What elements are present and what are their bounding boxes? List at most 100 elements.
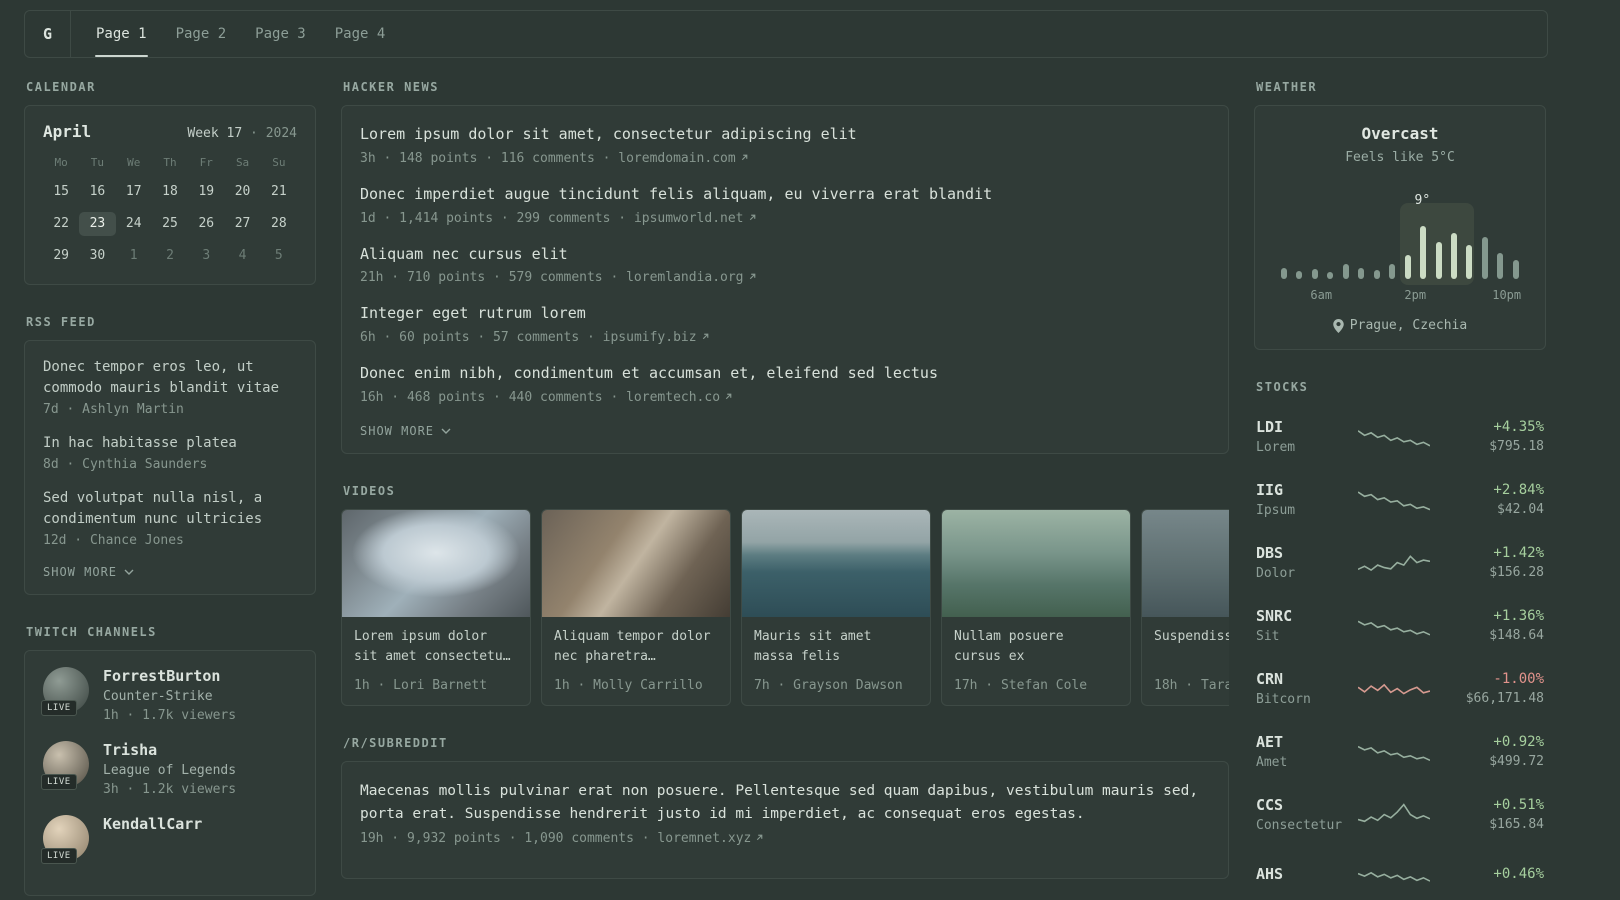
hn-item-meta: 16h · 468 points · 440 comments · loremt…	[360, 390, 1210, 405]
video-card[interactable]: Suspendisse diam 18h · Tara	[1141, 508, 1229, 706]
stock-name: Bitcorn	[1256, 692, 1311, 707]
hn-item: Donec enim nibh, condimentum et accumsan…	[360, 363, 1210, 405]
hackernews-show-more-button[interactable]: SHOW MORE	[360, 424, 451, 438]
calendar-days-grid: 15 16 17 18 19 20 21 22 23 24 25 26 27 28 29 30 1 2 3 4 5	[43, 180, 297, 268]
stock-change: +0.92%	[1493, 734, 1544, 750]
calendar-day: 26	[198, 216, 215, 231]
hn-item-domain[interactable]: ipsumify.biz	[603, 330, 710, 345]
hn-item-title[interactable]: Donec enim nibh, condimentum et accumsan…	[360, 363, 1210, 385]
weather-bar	[1420, 225, 1427, 279]
stock-row[interactable]: LDI Lorem +4.35% $795.18	[1254, 405, 1546, 468]
stock-row[interactable]: AET Amet +0.92% $499.72	[1254, 720, 1546, 783]
video-title[interactable]: Mauris sit amet massa felis	[754, 627, 918, 668]
channel-name[interactable]: KendallCarr	[103, 815, 202, 833]
video-card[interactable]: Nullam posuere cursus ex 17h · Stefan Co…	[941, 508, 1131, 706]
stock-values-block: +2.84% $42.04	[1440, 482, 1544, 517]
weather-bar	[1481, 236, 1488, 279]
hn-item-title[interactable]: Aliquam nec cursus elit	[360, 244, 1210, 266]
video-card[interactable]: Lorem ipsum dolor sit amet consectetu… 1…	[341, 508, 531, 706]
subreddit-item-title[interactable]: Maecenas mollis pulvinar erat non posuer…	[360, 780, 1210, 826]
stock-values-block: -1.00% $66,171.48	[1440, 671, 1544, 706]
weather-bar	[1281, 267, 1287, 279]
calendar-weekday: Th	[163, 156, 177, 169]
calendar-day: 22	[53, 216, 69, 231]
twitch-channel[interactable]: LIVE ForrestBurton Counter-Strike 1h · 1…	[41, 667, 297, 723]
tab-page-1[interactable]: Page 1	[95, 11, 148, 57]
rss-show-more-button[interactable]: SHOW MORE	[43, 565, 134, 579]
calendar-weekday: Mo	[54, 156, 68, 169]
hn-item: Lorem ipsum dolor sit amet, consectetur …	[360, 124, 1210, 166]
twitch-channel[interactable]: LIVE KendallCarr	[41, 815, 297, 864]
video-title[interactable]: Nullam posuere cursus ex	[954, 627, 1118, 668]
hn-item-domain[interactable]: loremlandia.org	[626, 270, 756, 285]
video-card-body: Lorem ipsum dolor sit amet consectetu… 1…	[342, 617, 530, 705]
hn-item-title[interactable]: Donec imperdiet augue tincidunt felis al…	[360, 184, 1210, 206]
hn-item-meta: 6h · 60 points · 57 comments · ipsumify.…	[360, 330, 1210, 345]
rss-item-title[interactable]: In hac habitasse platea	[43, 433, 297, 454]
stock-row[interactable]: SNRC Sit +1.36% $148.64	[1254, 594, 1546, 657]
video-thumbnail[interactable]	[742, 509, 930, 617]
weather-feels-like: Feels like 5°C	[1345, 150, 1455, 165]
weather-bar	[1342, 264, 1349, 279]
video-thumbnail[interactable]	[342, 509, 530, 617]
weather-bar	[1435, 241, 1442, 279]
separator-dot: ·	[250, 126, 258, 141]
hn-item: Donec imperdiet augue tincidunt felis al…	[360, 184, 1210, 226]
rss-item-title[interactable]: Donec tempor eros leo, ut commodo mauris…	[43, 357, 297, 399]
stock-row[interactable]: CCS Consectetur +0.51% $165.84	[1254, 783, 1546, 846]
tab-page-2[interactable]: Page 2	[175, 11, 228, 57]
app-logo[interactable]: G	[25, 11, 71, 57]
hn-item-domain[interactable]: ipsumworld.net	[634, 211, 757, 226]
hn-item-domain[interactable]: loremtech.co	[626, 390, 733, 405]
stock-price: $42.04	[1497, 502, 1544, 517]
stock-values-block: +4.35% $795.18	[1440, 419, 1544, 454]
channel-info: KendallCarr	[103, 815, 202, 861]
stock-row[interactable]: IIG Ipsum +2.84% $42.04	[1254, 468, 1546, 531]
twitch-channel[interactable]: LIVE Trisha League of Legends 3h · 1.2k …	[41, 741, 297, 797]
video-card[interactable]: Mauris sit amet massa felis 7h · Grayson…	[741, 508, 931, 706]
rss-item-title[interactable]: Sed volutpat nulla nisl, a condimentum n…	[43, 488, 297, 530]
channel-game: Counter-Strike	[103, 689, 213, 704]
stock-row[interactable]: CRN Bitcorn -1.00% $66,171.48	[1254, 657, 1546, 720]
video-card-body: Mauris sit amet massa felis 7h · Grayson…	[742, 617, 930, 705]
video-title[interactable]: Suspendisse diam	[1154, 627, 1229, 668]
hn-item-domain[interactable]: loremdomain.com	[618, 151, 748, 166]
hn-item: Aliquam nec cursus elit 21h · 710 points…	[360, 244, 1210, 285]
video-thumbnail[interactable]	[1142, 509, 1229, 617]
weather-bar	[1373, 269, 1380, 279]
calendar-day: 27	[234, 216, 251, 231]
stock-row[interactable]: AHS +0.46%	[1254, 846, 1546, 900]
video-thumbnail[interactable]	[542, 509, 730, 617]
stock-ticker: AET	[1256, 733, 1284, 751]
channel-meta: 3h · 1.2k viewers	[103, 782, 237, 797]
live-badge: LIVE	[41, 700, 77, 716]
stock-ticker: SNRC	[1256, 607, 1293, 625]
stock-row[interactable]: DBS Dolor +1.42% $156.28	[1254, 531, 1546, 594]
video-card-body: Nullam posuere cursus ex 17h · Stefan Co…	[942, 617, 1130, 705]
twitch-header: TWITCH CHANNELS	[26, 625, 157, 639]
subreddit-header: /R/SUBREDDIT	[343, 735, 448, 750]
video-card[interactable]: Aliquam tempor dolor nec pharetra… 1h · …	[541, 508, 731, 706]
channel-meta: 1h · 1.7k viewers	[103, 708, 237, 723]
rss-show-more-label: SHOW MORE	[43, 565, 118, 579]
calendar-week-label: Week 17	[187, 126, 243, 141]
calendar-weekday: Tu	[90, 156, 105, 169]
tab-page-4[interactable]: Page 4	[334, 11, 387, 57]
video-thumbnail[interactable]	[942, 509, 1130, 617]
channel-name[interactable]: Trisha	[103, 741, 236, 759]
calendar-weekday: Fr	[199, 156, 213, 169]
video-title[interactable]: Lorem ipsum dolor sit amet consectetu…	[354, 627, 518, 668]
weather-header: WEATHER	[1256, 80, 1318, 94]
tab-page-3[interactable]: Page 3	[254, 11, 307, 57]
stock-change: +2.84%	[1493, 482, 1544, 498]
hackernews-card: Lorem ipsum dolor sit amet, consectetur …	[341, 105, 1229, 454]
subreddit-item-domain[interactable]: loremnet.xyz	[657, 831, 764, 846]
video-title[interactable]: Aliquam tempor dolor nec pharetra…	[554, 627, 718, 668]
calendar-day: 19	[198, 184, 215, 199]
hn-item-title[interactable]: Integer eget rutrum lorem	[360, 303, 1210, 325]
hn-item-title[interactable]: Lorem ipsum dolor sit amet, consectetur …	[360, 124, 1210, 146]
channel-name[interactable]: ForrestBurton	[103, 667, 236, 685]
video-meta: 1h · Lori Barnett	[354, 677, 488, 693]
stock-sparkline	[1358, 611, 1430, 641]
live-badge: LIVE	[41, 848, 77, 864]
